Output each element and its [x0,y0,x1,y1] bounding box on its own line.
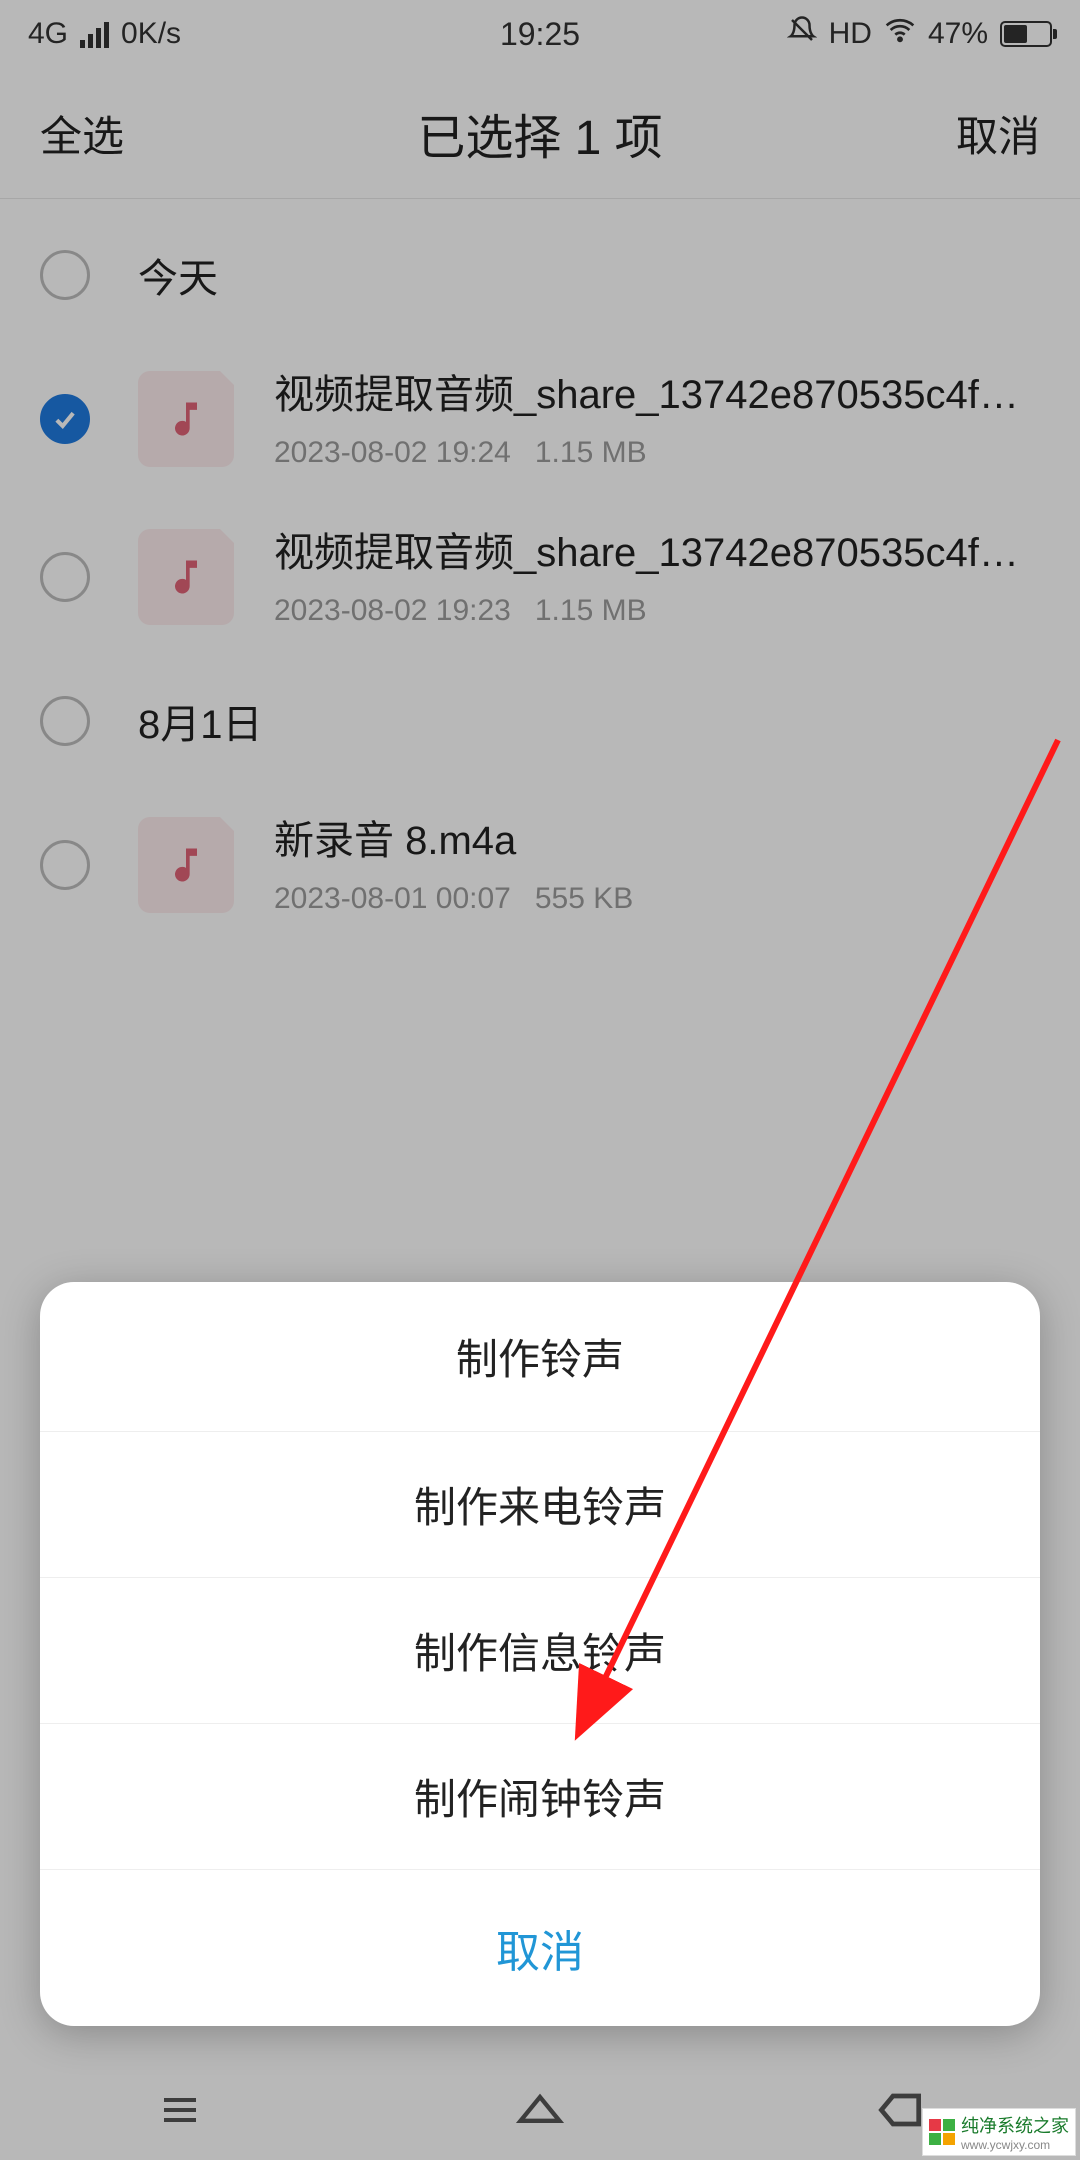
file-meta: 2023-08-02 19:231.15 MB [274,594,1040,628]
section-label: 8月1日 [138,692,263,750]
wifi-icon [884,14,916,54]
header-divider [0,198,1080,199]
status-time: 19:25 [500,16,580,53]
network-speed: 0K/s [121,17,181,51]
section-header[interactable]: 今天 [0,210,1080,340]
file-name: 视频提取音频_share_13742e870535c4f… [274,526,1040,580]
music-file-icon [138,371,234,467]
system-nav-bar [0,2060,1080,2160]
selection-header: 全选 已选择 1 项 取消 [0,68,1080,198]
signal-icon [80,20,109,48]
make-call-ringtone-button[interactable]: 制作来电铃声 [40,1431,1040,1577]
file-row[interactable]: 新录音 8.m4a 2023-08-01 00:07555 KB [0,786,1080,944]
modal-cancel-button[interactable]: 取消 [40,1869,1040,2026]
ringtone-modal: 制作铃声 制作来电铃声 制作信息铃声 制作闹钟铃声 取消 [40,1282,1040,2026]
section-checkbox[interactable] [40,250,90,300]
watermark: 纯净系统之家 www.ycwjxy.com [922,2108,1076,2156]
file-meta: 2023-08-02 19:241.15 MB [274,436,1040,470]
cancel-selection-button[interactable]: 取消 [956,103,1040,164]
file-name: 视频提取音频_share_13742e870535c4f… [274,368,1040,422]
hd-indicator: HD [829,17,872,51]
watermark-url: www.ycwjxy.com [961,2138,1069,2152]
section-header[interactable]: 8月1日 [0,656,1080,786]
home-button[interactable] [470,2080,610,2140]
file-checkbox[interactable] [40,394,90,444]
network-type: 4G [28,17,68,51]
make-alarm-ringtone-button[interactable]: 制作闹钟铃声 [40,1723,1040,1869]
header-title: 已选择 1 项 [417,98,662,168]
watermark-title: 纯净系统之家 [961,2112,1069,2138]
section-label: 今天 [138,246,218,304]
battery-icon [1000,21,1052,47]
modal-title: 制作铃声 [40,1282,1040,1431]
status-bar: 4G 0K/s 19:25 HD 47% [0,0,1080,68]
file-meta: 2023-08-01 00:07555 KB [274,882,1040,916]
file-name: 新录音 8.m4a [274,814,1040,868]
make-message-ringtone-button[interactable]: 制作信息铃声 [40,1577,1040,1723]
mute-icon [787,15,817,53]
music-file-icon [138,529,234,625]
file-row[interactable]: 视频提取音频_share_13742e870535c4f… 2023-08-02… [0,498,1080,656]
file-checkbox[interactable] [40,840,90,890]
file-checkbox[interactable] [40,552,90,602]
section-checkbox[interactable] [40,696,90,746]
select-all-button[interactable]: 全选 [40,103,124,164]
recent-apps-button[interactable] [110,2080,250,2140]
watermark-logo-icon [929,2119,955,2145]
battery-percent: 47% [928,17,988,51]
music-file-icon [138,817,234,913]
file-row[interactable]: 视频提取音频_share_13742e870535c4f… 2023-08-02… [0,340,1080,498]
